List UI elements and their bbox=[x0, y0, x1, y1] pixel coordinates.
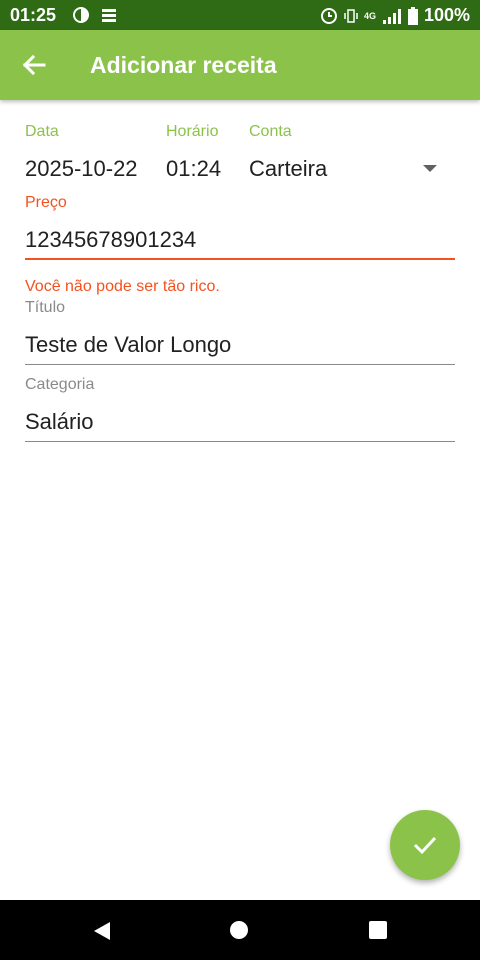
vibrate-icon bbox=[344, 8, 358, 23]
network-type-label: 4G bbox=[363, 10, 376, 21]
price-input[interactable]: 12345678901234 bbox=[25, 227, 196, 253]
price-error-message: Você não pode ser tão rico. bbox=[25, 278, 220, 295]
status-time: 01:25 bbox=[10, 5, 57, 25]
time-field[interactable]: 01:24 bbox=[166, 156, 221, 182]
navigation-bar bbox=[0, 900, 480, 960]
price-label: Preço bbox=[25, 194, 67, 211]
nav-back-icon[interactable] bbox=[92, 921, 112, 941]
account-select[interactable]: Carteira bbox=[249, 156, 327, 182]
category-input[interactable]: Salário bbox=[25, 409, 93, 435]
nav-home-icon[interactable] bbox=[230, 921, 248, 939]
title-underline bbox=[25, 364, 455, 365]
account-label: Conta bbox=[249, 123, 292, 140]
save-button[interactable] bbox=[390, 810, 460, 880]
category-label: Categoria bbox=[25, 376, 95, 393]
notification-list-icon bbox=[102, 9, 116, 22]
check-icon bbox=[413, 836, 437, 855]
status-bar: 01:25 4G 100% bbox=[0, 0, 480, 30]
data-saver-icon bbox=[73, 7, 89, 23]
price-underline bbox=[25, 258, 455, 260]
nav-recents-icon[interactable] bbox=[369, 921, 387, 939]
date-field[interactable]: 2025-10-22 bbox=[25, 156, 138, 182]
screen: 01:25 4G 100% Adicionar receita Data 202… bbox=[0, 0, 480, 960]
battery-percentage: 100% bbox=[423, 5, 470, 25]
page-title: Adicionar receita bbox=[90, 52, 277, 78]
app-bar: Adicionar receita bbox=[0, 30, 480, 100]
sync-icon bbox=[320, 7, 337, 24]
signal-icon bbox=[382, 8, 401, 24]
time-label: Horário bbox=[166, 123, 219, 140]
arrow-left-icon[interactable] bbox=[20, 51, 48, 79]
chevron-down-icon[interactable] bbox=[423, 165, 437, 172]
title-input[interactable]: Teste de Valor Longo bbox=[25, 332, 231, 358]
battery-icon bbox=[407, 6, 418, 25]
status-right: 4G 100% bbox=[320, 5, 470, 26]
date-label: Data bbox=[25, 123, 59, 140]
category-underline bbox=[25, 441, 455, 442]
title-label: Título bbox=[25, 299, 66, 316]
